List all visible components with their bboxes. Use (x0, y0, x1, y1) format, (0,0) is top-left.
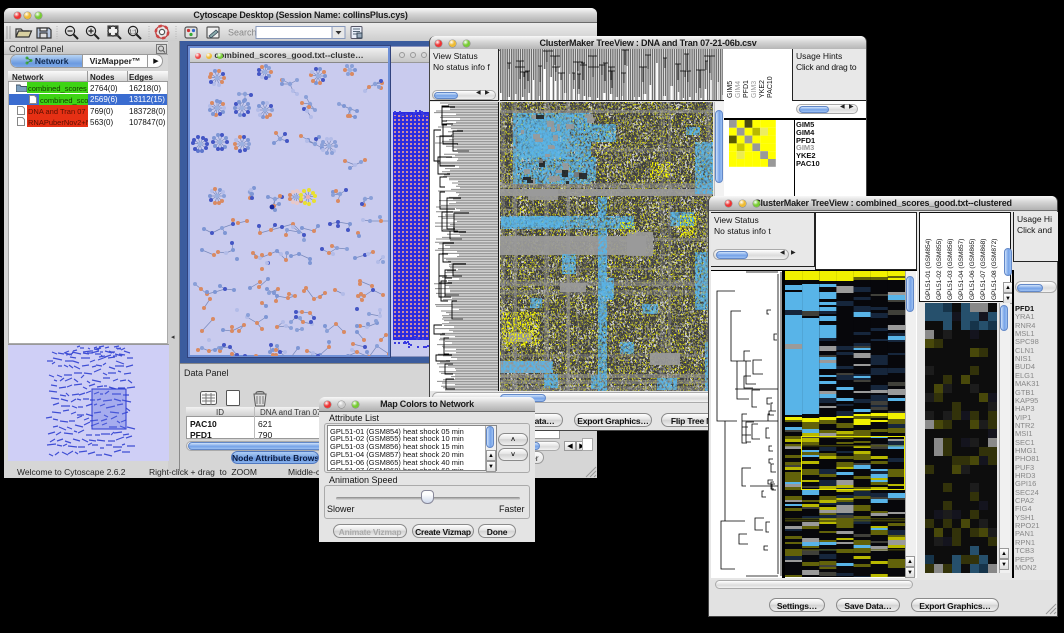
svg-text:1:1: 1:1 (129, 30, 137, 36)
svg-text:Search:: Search: (228, 28, 259, 38)
